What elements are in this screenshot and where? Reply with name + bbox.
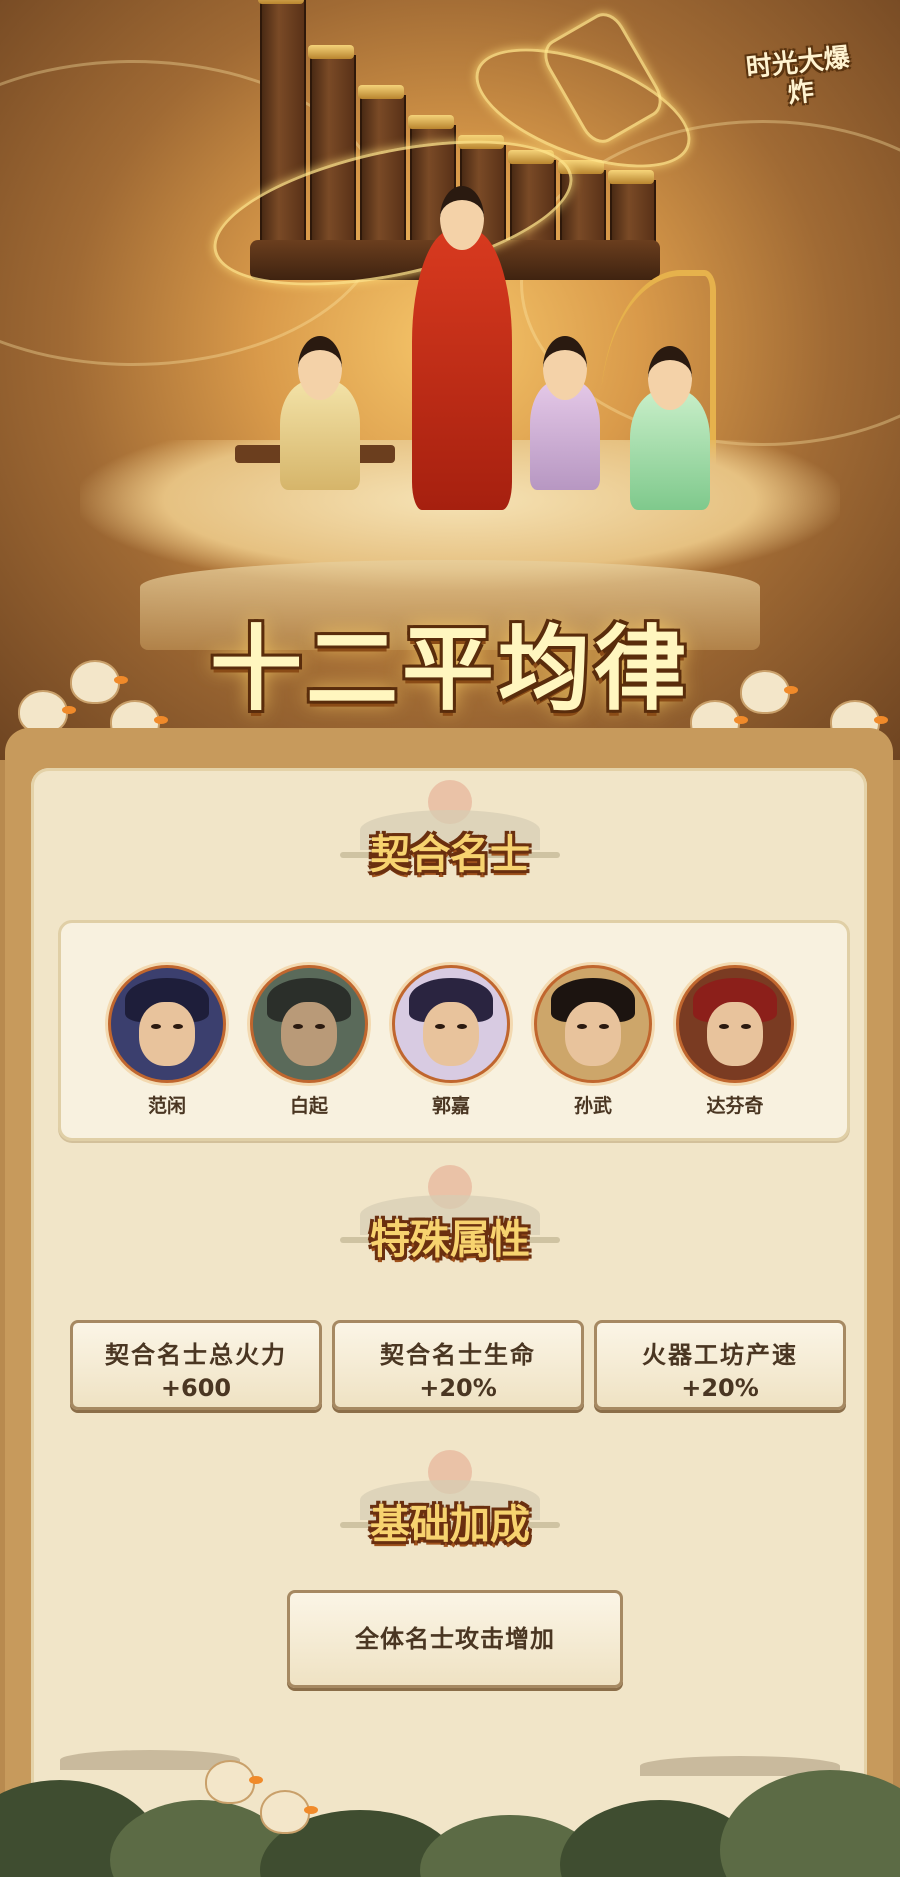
guqin-player <box>280 336 360 490</box>
avatar <box>534 965 652 1083</box>
bottom-scenery <box>0 1730 900 1877</box>
attribute-card-health[interactable]: 契合名士生命 +20% <box>332 1320 584 1410</box>
bush <box>720 1770 900 1877</box>
base-bonus-card[interactable]: 全体名士攻击增加 <box>287 1590 623 1688</box>
hero-name: 范闲 <box>147 1095 186 1117</box>
duck-mascot <box>70 660 128 704</box>
avatar <box>392 965 510 1083</box>
flute-player <box>412 186 512 510</box>
hero-card-fanxian[interactable]: 范闲 <box>107 965 227 1118</box>
attributes-section-title: 特殊属性 <box>370 1217 530 1263</box>
heroes-section-title: 契合名士 <box>370 832 530 878</box>
duck-mascot <box>740 670 798 714</box>
duck-mascot <box>205 1760 263 1804</box>
hero-card-davinci[interactable]: 达芬奇 <box>675 965 795 1118</box>
attribute-value: +20% <box>681 1374 759 1402</box>
hero-name: 郭嘉 <box>431 1095 470 1117</box>
attribute-card-workshop-speed[interactable]: 火器工坊产速 +20% <box>594 1320 846 1410</box>
attribute-card-firepower[interactable]: 契合名士总火力 +600 <box>70 1320 322 1410</box>
duck-mascot <box>260 1790 318 1834</box>
attribute-value: +600 <box>160 1374 232 1402</box>
game-logo: 时光大爆炸 <box>744 42 852 110</box>
base-bonus-section-title: 基础加成 <box>370 1502 530 1548</box>
info-panel <box>5 728 893 1877</box>
avatar <box>676 965 794 1083</box>
pipa-player <box>530 336 600 490</box>
harp-player <box>630 346 710 510</box>
heroes-list: 范闲 白起 郭嘉 孙武 达芬奇 <box>58 920 850 1141</box>
avatar <box>250 965 368 1083</box>
attribute-label: 火器工坊产速 <box>642 1341 798 1369</box>
hero-name: 孙武 <box>573 1095 612 1117</box>
attribute-label: 契合名士总火力 <box>105 1341 287 1369</box>
attribute-value: +20% <box>419 1374 497 1402</box>
hero-name: 白起 <box>289 1095 328 1117</box>
hero-card-guojia[interactable]: 郭嘉 <box>391 965 511 1118</box>
hero-name: 达芬奇 <box>706 1095 764 1117</box>
hero-card-sunwu[interactable]: 孙武 <box>533 965 653 1118</box>
hero-card-baiqi[interactable]: 白起 <box>249 965 369 1118</box>
avatar <box>108 965 226 1083</box>
attribute-label: 契合名士生命 <box>380 1341 536 1369</box>
hero-illustration: 时光大爆炸 十二平均律 <box>0 0 900 760</box>
